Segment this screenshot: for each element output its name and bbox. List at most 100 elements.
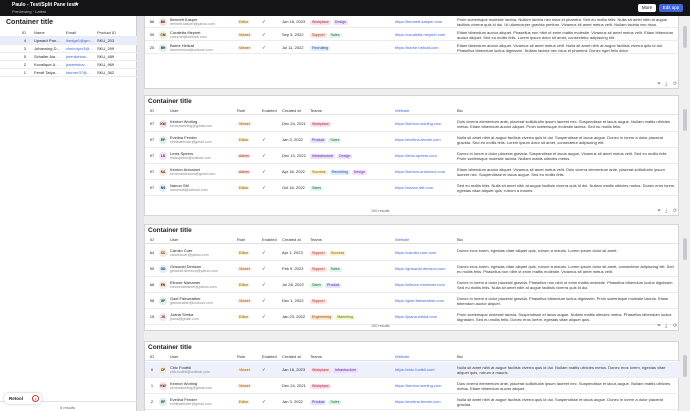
avatar: CF bbox=[159, 366, 167, 374]
website-link[interactable]: https://nanon.stit.com bbox=[395, 185, 455, 190]
col-bio[interactable]: Bio bbox=[457, 353, 677, 361]
avatar: BK bbox=[159, 18, 167, 26]
team-tag: Recruiting bbox=[310, 46, 331, 51]
team-tag: Sales bbox=[328, 138, 342, 143]
edit-app-button[interactable]: Edit app bbox=[659, 4, 683, 12]
col-teams[interactable]: Teams bbox=[310, 353, 395, 361]
table-row[interactable]: 1 KW Kenton Worling kentonworling@gmail.com… bbox=[145, 378, 680, 394]
table-row[interactable]: 1 Fendt Tatya… kturner37@… SKU_362 bbox=[0, 69, 137, 77]
col-user[interactable]: User bbox=[170, 236, 230, 244]
refresh-icon[interactable]: ⟳ bbox=[673, 81, 677, 87]
table-row[interactable]: 66 EN Elinore Narramer elinorenarramer@yaho… bbox=[145, 277, 680, 293]
refresh-icon[interactable]: ⟳ bbox=[673, 323, 677, 329]
website-link[interactable]: https://evelina.fender.com bbox=[395, 137, 455, 142]
website-link[interactable]: https://gael.fairweather.com bbox=[395, 298, 455, 303]
col-email[interactable]: Email bbox=[66, 29, 94, 37]
col-product-id[interactable]: Product ID bbox=[97, 29, 135, 37]
col-name[interactable]: Name bbox=[34, 29, 62, 37]
cell-id: 20 bbox=[149, 45, 155, 50]
table-row[interactable]: 97 KA Kenton Antonioni kentonantonioni@gmai… bbox=[145, 164, 680, 180]
enabled-check: ✓ bbox=[262, 399, 266, 404]
col-enabled[interactable]: Enabled bbox=[262, 353, 282, 361]
website-link[interactable]: https://kenton.worling.com bbox=[395, 383, 455, 388]
table-row[interactable]: 2 Kovalique A… jsweetstuv… SKU_969 bbox=[0, 61, 137, 69]
col-role[interactable]: Role bbox=[237, 107, 259, 115]
col-enabled[interactable]: Enabled bbox=[262, 107, 282, 115]
table-row[interactable]: 90 GD Griswold Denison griswold.denison@yah… bbox=[145, 261, 680, 277]
website-link[interactable]: https://griswold.denison.com bbox=[395, 266, 455, 271]
website-link[interactable]: https://joana.simka.com bbox=[395, 314, 455, 319]
website-link[interactable]: https://carolin.cuer.com bbox=[395, 250, 455, 255]
website-link[interactable]: https://kenton.antonioni.com bbox=[395, 169, 455, 174]
scrollbar[interactable] bbox=[683, 238, 687, 260]
col-website[interactable]: Website bbox=[395, 236, 455, 244]
col-id[interactable]: ID bbox=[147, 353, 157, 361]
filter-icon[interactable]: ⏷ bbox=[657, 208, 661, 214]
col-teams[interactable]: Teams bbox=[310, 236, 395, 244]
col-role[interactable]: Role bbox=[237, 353, 259, 361]
filter-icon[interactable]: ⏷ bbox=[657, 81, 661, 87]
col-user[interactable]: User bbox=[170, 353, 230, 361]
enabled-check: ✓ bbox=[262, 45, 266, 50]
filter-icon[interactable]: ⏷ bbox=[657, 323, 661, 329]
website-link[interactable]: https://bennett-kasper.com bbox=[395, 19, 455, 24]
team-tag: Support bbox=[310, 299, 327, 304]
role-badge: Viewer bbox=[237, 267, 252, 271]
website-link[interactable]: https://barrie.hellcat.com bbox=[395, 45, 455, 50]
table-row[interactable]: 97 NS Nanon Stit nanonstit@outlook.com Edito… bbox=[145, 180, 680, 196]
table-row[interactable]: 96 GF Gael Fairweather gfairweather@outlook… bbox=[145, 293, 680, 309]
scrollbar[interactable] bbox=[683, 355, 687, 377]
role-cell: Viewer bbox=[237, 32, 259, 38]
col-id[interactable]: ID bbox=[4, 29, 26, 37]
team-tag: Sales bbox=[310, 283, 323, 288]
table-row[interactable]: 97 EF Evelina Fender evelinafender@gmail.co… bbox=[145, 132, 680, 148]
table-header: ID User Role Enabled Created at Teams Website B… bbox=[145, 353, 680, 361]
website-link[interactable]: https://evelina.fender.com bbox=[395, 399, 455, 404]
enabled-check: ✓ bbox=[262, 298, 266, 303]
refresh-icon[interactable]: ⟳ bbox=[673, 208, 677, 214]
scrollbar[interactable] bbox=[683, 26, 687, 48]
role-cell: Editor bbox=[237, 19, 259, 25]
table-row[interactable]: 3 Johanning D… clmindyer3@… SKU_299 bbox=[0, 45, 137, 53]
table-row[interactable]: 20 BH Barrie Hellcat barriehellcat@outlook.… bbox=[145, 41, 680, 54]
col-bio[interactable]: Bio bbox=[457, 236, 677, 244]
col-enabled[interactable]: Enabled bbox=[262, 236, 282, 244]
table-row[interactable]: 97 LS Lexis Speers lexisspeers@outlook.com A… bbox=[145, 148, 680, 164]
download-icon[interactable]: ⤓ bbox=[665, 208, 667, 214]
table-row[interactable]: 97 KW Kenton Worling kentonworling@gmail.co… bbox=[145, 116, 680, 132]
table-row[interactable]: 4 Upward Pan… lkedge1@gm… SKU_203 bbox=[0, 37, 137, 45]
website-link[interactable]: https://kenton.worling.com bbox=[395, 121, 455, 126]
col-id[interactable]: ID bbox=[147, 236, 157, 244]
col-teams[interactable]: Teams bbox=[310, 107, 395, 115]
team-tag: Sales bbox=[328, 33, 342, 38]
scrollbar[interactable] bbox=[683, 109, 687, 131]
role-badge: Viewer bbox=[237, 122, 252, 126]
split-divider[interactable] bbox=[137, 16, 144, 411]
website-link[interactable]: https://chic.foothll.com bbox=[395, 367, 455, 372]
retool-launcher[interactable]: Retool 1 bbox=[4, 393, 42, 404]
website-link[interactable]: https://coraletta.meynet.com bbox=[395, 32, 455, 37]
website-link[interactable]: https://elinore.narramer.com bbox=[395, 282, 455, 287]
star-icon[interactable]: ★ bbox=[74, 1, 79, 8]
team-tag: Design bbox=[351, 170, 367, 175]
col-id[interactable]: ID bbox=[147, 107, 157, 115]
col-role[interactable]: Role bbox=[237, 236, 259, 244]
role-badge: Editor bbox=[237, 138, 251, 142]
table-row[interactable]: 2 EF Evelina Fender evelinafender@gmail.com… bbox=[145, 394, 680, 410]
table-row[interactable]: 00 CM Coraletta Meynet cmeynet@outlook.com V… bbox=[145, 28, 680, 41]
table-row[interactable]: 64 CC Carolin Cuer carolincuer@yahoo.com Edi… bbox=[145, 245, 680, 261]
col-website[interactable]: Website bbox=[395, 107, 455, 115]
table-row[interactable]: 86 BK Bennett Kasper bennett.kasper@yahoo.c… bbox=[145, 16, 680, 28]
more-button[interactable]: More bbox=[638, 4, 656, 12]
download-icon[interactable]: ⤓ bbox=[665, 323, 667, 329]
col-user[interactable]: User bbox=[170, 107, 230, 115]
table-row[interactable]: 0 CF Chic Foothll chic.foothll@outlook.com V… bbox=[145, 362, 680, 378]
enabled-check: ✓ bbox=[262, 185, 266, 190]
col-bio[interactable]: Bio bbox=[457, 107, 677, 115]
col-website[interactable]: Website bbox=[395, 353, 455, 361]
table-row[interactable]: 5 Schaller Ala… jmenkleiow… SKU_489 bbox=[0, 53, 137, 61]
download-icon[interactable]: ⤓ bbox=[665, 81, 667, 87]
teams-cell: Sales bbox=[310, 185, 395, 191]
teams-cell: Workplace bbox=[310, 121, 395, 127]
website-link[interactable]: https://lexis.speers.com bbox=[395, 153, 455, 158]
